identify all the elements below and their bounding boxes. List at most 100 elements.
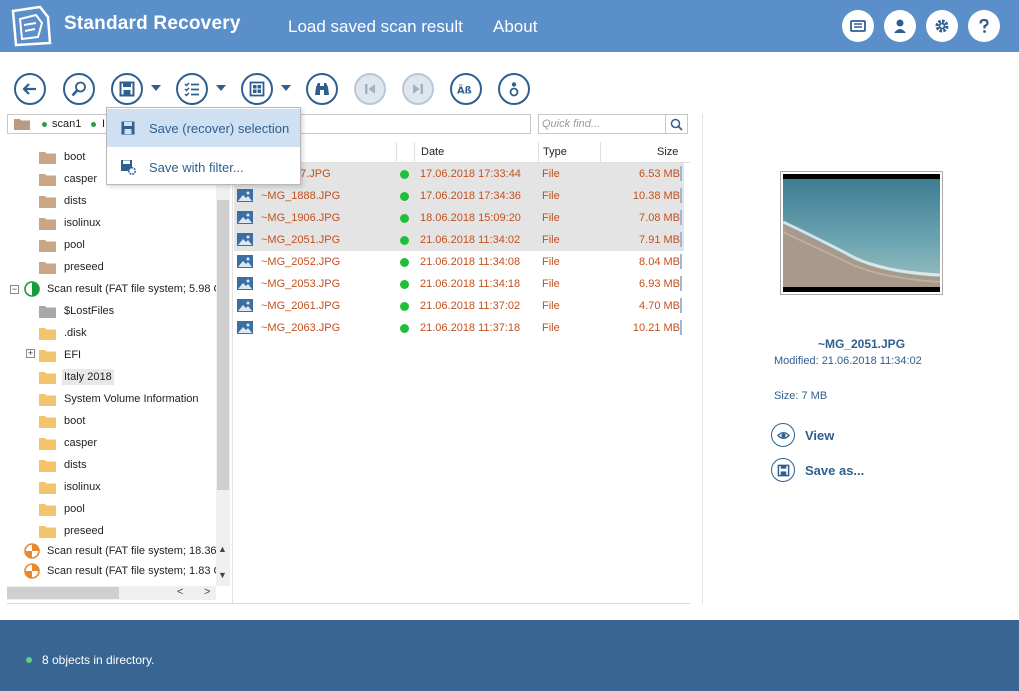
column-separator[interactable]: [396, 142, 397, 162]
column-separator[interactable]: [600, 142, 601, 162]
expand-toggle[interactable]: +: [26, 349, 35, 358]
status-bar: 8 objects in directory.: [0, 620, 1019, 691]
folder-icon: [39, 481, 56, 494]
tree-item-scan-result[interactable]: Scan result (FAT file system; 18.36: [24, 540, 219, 562]
info-icon: [509, 82, 519, 97]
column-header-type[interactable]: Type: [543, 146, 567, 158]
tree-item[interactable]: preseed: [39, 520, 106, 542]
view-mode-dropdown-arrow[interactable]: [281, 85, 291, 91]
binoculars-button[interactable]: [306, 73, 338, 105]
file-row[interactable]: ~MG_2053.JPG 21.06.2018 11:34:18 File 6.…: [234, 273, 684, 295]
pane-divider[interactable]: [702, 114, 703, 604]
column-separator[interactable]: [414, 142, 415, 162]
file-row[interactable]: ~MG_1906.JPG 18.06.2018 15:09:20 File 7.…: [234, 207, 684, 229]
tree-item[interactable]: boot: [39, 410, 87, 432]
scrollbar-thumb[interactable]: [217, 200, 229, 490]
tree-item[interactable]: dists: [39, 454, 89, 476]
file-row[interactable]: ~MG_2061.JPG 21.06.2018 11:37:02 File 4.…: [234, 295, 684, 317]
tree-item-scan-result[interactable]: Scan result (FAT file system; 1.83 G: [24, 560, 224, 582]
preview-modified: Modified: 21.06.2018 11:34:02: [774, 355, 922, 367]
file-date: 21.06.2018 11:37:18: [420, 322, 521, 334]
file-row[interactable]: ~MG_2052.JPG 21.06.2018 11:34:08 File 8.…: [234, 251, 684, 273]
tree-item[interactable]: .disk: [39, 322, 89, 344]
save-dropdown-arrow[interactable]: [151, 85, 161, 91]
tree-item[interactable]: casper: [39, 432, 99, 454]
column-header-size[interactable]: Size: [657, 146, 678, 158]
scroll-right-icon[interactable]: >: [204, 586, 210, 598]
tree-item-label: pool: [64, 503, 85, 515]
status-dot-icon: [400, 280, 409, 289]
file-size: 8.04 MB: [639, 256, 680, 268]
tree-item[interactable]: System Volume Information: [39, 388, 201, 410]
file-row[interactable]: ~MG_2051.JPG 21.06.2018 11:34:02 File 7.…: [234, 229, 684, 251]
file-row[interactable]: 87.JPG 17.06.2018 17:33:44 File 6.53 MB: [234, 163, 684, 185]
help-button[interactable]: [968, 10, 1000, 42]
tree-item[interactable]: isolinux: [39, 212, 103, 234]
column-separator[interactable]: [538, 142, 539, 162]
folder-icon: [39, 239, 56, 252]
back-button[interactable]: [14, 73, 46, 105]
scrollbar-thumb[interactable]: [7, 587, 119, 599]
pane-divider[interactable]: [232, 140, 233, 604]
tree-item-label: Italy 2018: [62, 369, 114, 385]
file-size: 6.53 MB: [639, 168, 680, 180]
previous-button[interactable]: [354, 73, 386, 105]
scroll-down-icon[interactable]: ▼: [218, 570, 227, 580]
tree-item[interactable]: dists: [39, 190, 89, 212]
folder-icon: [39, 459, 56, 472]
file-type: File: [542, 300, 560, 312]
save-as-button[interactable]: Save as...: [771, 458, 864, 482]
tree-item[interactable]: pool: [39, 498, 87, 520]
menu-item-label: Save with filter...: [149, 159, 244, 175]
log-button[interactable]: [842, 10, 874, 42]
find-button[interactable]: [63, 73, 95, 105]
tree-item-label: Scan result (FAT file system; 5.98 G: [47, 283, 223, 295]
next-button[interactable]: [402, 73, 434, 105]
folder-icon: [39, 503, 56, 516]
folder-icon: [39, 195, 56, 208]
tree-item-scan-result[interactable]: Scan result (FAT file system; 5.98 G: [24, 278, 224, 300]
settings-button[interactable]: [926, 10, 958, 42]
scroll-left-icon[interactable]: <: [177, 586, 183, 598]
save-icon: [119, 81, 135, 97]
tree-item[interactable]: casper: [39, 168, 99, 190]
tree-vertical-scrollbar[interactable]: ▲ ▼: [216, 140, 230, 586]
path-segment[interactable]: scan1: [52, 118, 81, 130]
tree-item[interactable]: $LostFiles: [39, 300, 116, 322]
collapse-toggle[interactable]: −: [10, 285, 19, 294]
menu-item-save-with-filter[interactable]: Save with filter...: [107, 148, 300, 186]
column-header-date[interactable]: Date: [421, 146, 444, 158]
scan-result-icon: [24, 281, 40, 297]
save-button[interactable]: [111, 73, 143, 105]
svg-text:Äß: Äß: [457, 83, 472, 97]
save-icon: [121, 121, 135, 135]
menu-item-save-selection[interactable]: Save (recover) selection: [107, 109, 300, 147]
save-icon: [777, 464, 789, 476]
tree-item-selected[interactable]: Italy 2018: [39, 366, 114, 388]
file-row[interactable]: ~MG_1888.JPG 17.06.2018 17:34:36 File 10…: [234, 185, 684, 207]
tree-item[interactable]: EFI: [39, 344, 83, 366]
user-button[interactable]: [884, 10, 916, 42]
tree-item[interactable]: preseed: [39, 256, 106, 278]
view-mode-icon: [249, 81, 265, 97]
about-link[interactable]: About: [493, 17, 537, 37]
tree-item[interactable]: isolinux: [39, 476, 103, 498]
tree-horizontal-scrollbar[interactable]: < >: [7, 586, 216, 600]
case-sensitive-button[interactable]: Äß: [450, 73, 482, 105]
view-mode-button[interactable]: [241, 73, 273, 105]
view-button[interactable]: View: [771, 423, 834, 447]
load-saved-scan-link[interactable]: Load saved scan result: [288, 17, 463, 37]
quick-find-input[interactable]: [539, 115, 665, 133]
tree-item[interactable]: pool: [39, 234, 87, 256]
scroll-up-icon[interactable]: ▲: [218, 544, 227, 554]
select-dropdown-arrow[interactable]: [216, 85, 226, 91]
path-segment[interactable]: I: [102, 118, 105, 130]
status-dot-icon: [400, 236, 409, 245]
select-button[interactable]: [176, 73, 208, 105]
file-name: ~MG_2061.JPG: [261, 300, 341, 312]
info-button[interactable]: [498, 73, 530, 105]
tree-item-label: pool: [64, 239, 85, 251]
quick-find-button[interactable]: [665, 115, 687, 133]
tree-item[interactable]: boot: [39, 146, 87, 168]
file-row[interactable]: ~MG_2063.JPG 21.06.2018 11:37:18 File 10…: [234, 317, 684, 339]
